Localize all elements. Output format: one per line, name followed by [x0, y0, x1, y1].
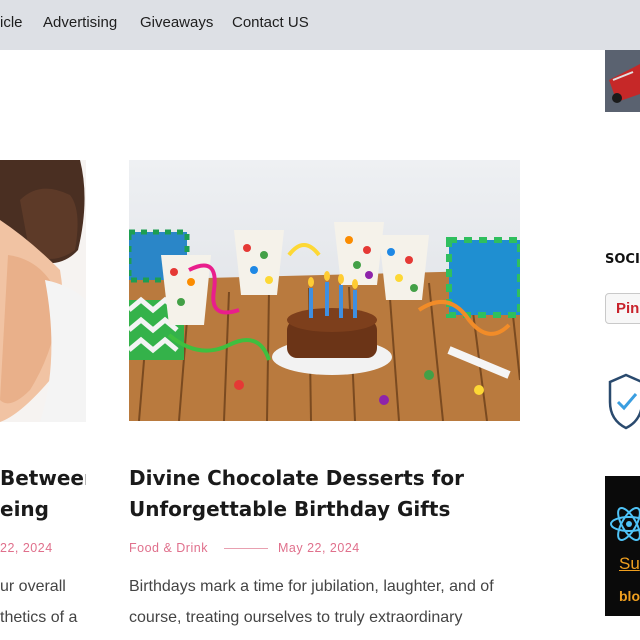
main-post-title[interactable]: Divine Chocolate Desserts for Unforgetta… — [129, 463, 464, 525]
social-heading: SOCIA — [605, 252, 640, 267]
excerpt-line: Birthdays mark a time for jubilation, la… — [129, 578, 494, 595]
excerpt-line: course, treating ourselves to truly extr… — [129, 609, 463, 626]
top-navigation: icle Advertising Giveaways Contact US — [0, 0, 640, 50]
main-post-date: May 22, 2024 — [278, 541, 360, 555]
left-post-title[interactable]: Between eing — [0, 463, 86, 525]
nav-item-advertising[interactable]: Advertising — [43, 14, 117, 31]
shield-check-icon — [606, 372, 640, 432]
excerpt-line: ur overall — [0, 578, 66, 595]
main-post-image[interactable] — [129, 160, 520, 421]
left-post-title-line: eing — [0, 497, 49, 521]
main-post-title-line: Divine Chocolate Desserts for — [129, 466, 464, 490]
sidebar-thumbnail[interactable] — [605, 50, 640, 112]
nav-item-article[interactable]: icle — [0, 14, 23, 31]
left-post-excerpt: ur overall thetics of a — [0, 571, 86, 633]
nav-item-contact[interactable]: Contact US — [232, 14, 309, 31]
left-post-title-line: Between — [0, 466, 86, 490]
nav-item-giveaways[interactable]: Giveaways — [140, 14, 213, 31]
banner-text-line2: blo — [619, 588, 640, 604]
main-post-category[interactable]: Food & Drink — [129, 541, 208, 555]
banner-text-line1: Su — [619, 554, 640, 573]
sidebar-ad-banner[interactable]: Su blo — [605, 476, 640, 616]
meta-divider — [224, 548, 268, 549]
excerpt-line: thetics of a — [0, 609, 78, 626]
left-post-image[interactable] — [0, 160, 86, 422]
left-post-date: 22, 2024 — [0, 541, 53, 555]
main-post-title-line: Unforgettable Birthday Gifts — [129, 497, 451, 521]
atom-icon — [610, 507, 640, 541]
pinterest-button[interactable]: Pin — [605, 293, 640, 324]
main-post-excerpt: Birthdays mark a time for jubilation, la… — [129, 571, 494, 633]
pinterest-label: Pin — [616, 300, 640, 317]
